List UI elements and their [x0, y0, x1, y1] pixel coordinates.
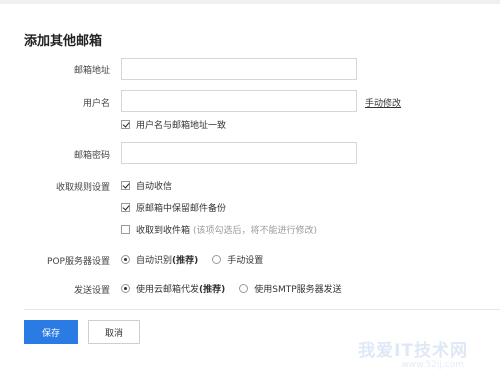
- same-as-email-label: 用户名与邮箱地址一致: [136, 121, 227, 131]
- send-cloud-label: 使用云邮箱代发: [136, 285, 200, 295]
- send-smtp-label: 使用SMTP服务器发送: [254, 285, 342, 295]
- pop-label: POP服务器设置: [47, 257, 110, 267]
- rules-label: 收取规则设置: [55, 183, 110, 193]
- top-border: [0, 0, 500, 4]
- auto-receive-label: 自动收信: [136, 182, 173, 192]
- footer-divider: [24, 309, 500, 310]
- pop-auto-radio[interactable]: [121, 255, 130, 264]
- pop-manual-option[interactable]: 手动设置: [212, 253, 263, 266]
- pop-manual-radio[interactable]: [212, 255, 222, 264]
- password-label: 邮箱密码: [73, 151, 110, 161]
- receive-inbox-checkbox[interactable]: [121, 225, 130, 234]
- same-as-email-checkbox[interactable]: [121, 120, 130, 129]
- cancel-button[interactable]: 取消: [88, 320, 140, 344]
- watermark-url: www.52ij.com: [401, 360, 464, 370]
- page-title: 添加其他邮箱: [24, 34, 103, 49]
- send-smtp-radio[interactable]: [239, 284, 249, 293]
- save-button[interactable]: 保存: [24, 320, 78, 344]
- send-cloud-tag: (推荐): [199, 285, 226, 295]
- send-label: 发送设置: [73, 286, 110, 296]
- receive-inbox-label: 收取到收件箱: [136, 226, 191, 236]
- email-label: 邮箱地址: [73, 66, 110, 76]
- watermark-text: 我爱IT技术网: [358, 341, 468, 361]
- send-cloud-option[interactable]: 使用云邮箱代发 (推荐): [121, 282, 225, 295]
- username-label: 用户名: [82, 99, 110, 109]
- auto-receive-row[interactable]: 自动收信: [121, 179, 172, 192]
- receive-inbox-hint: (该项勾选后，将不能进行修改): [193, 226, 318, 236]
- keep-backup-row[interactable]: 原邮箱中保留邮件备份: [121, 201, 226, 214]
- email-field[interactable]: [121, 58, 357, 80]
- password-field[interactable]: [121, 142, 357, 164]
- same-as-email-checkbox-row[interactable]: 用户名与邮箱地址一致: [121, 118, 226, 131]
- pop-auto-option[interactable]: 自动识别 (推荐): [121, 253, 198, 266]
- receive-inbox-row[interactable]: 收取到收件箱 (该项勾选后，将不能进行修改): [121, 223, 317, 236]
- send-cloud-radio[interactable]: [121, 284, 130, 293]
- send-smtp-option[interactable]: 使用SMTP服务器发送: [239, 282, 342, 295]
- keep-backup-label: 原邮箱中保留邮件备份: [136, 204, 227, 214]
- pop-radio-group: 自动识别 (推荐) 手动设置: [121, 253, 277, 266]
- auto-receive-checkbox[interactable]: [121, 181, 130, 190]
- pop-auto-label: 自动识别: [136, 256, 173, 266]
- username-field[interactable]: [121, 90, 357, 112]
- pop-auto-tag: (推荐): [172, 256, 199, 266]
- manual-edit-link[interactable]: 手动修改: [365, 96, 401, 109]
- pop-manual-label: 手动设置: [227, 256, 264, 266]
- keep-backup-checkbox[interactable]: [121, 203, 130, 212]
- send-radio-group: 使用云邮箱代发 (推荐) 使用SMTP服务器发送: [121, 282, 356, 295]
